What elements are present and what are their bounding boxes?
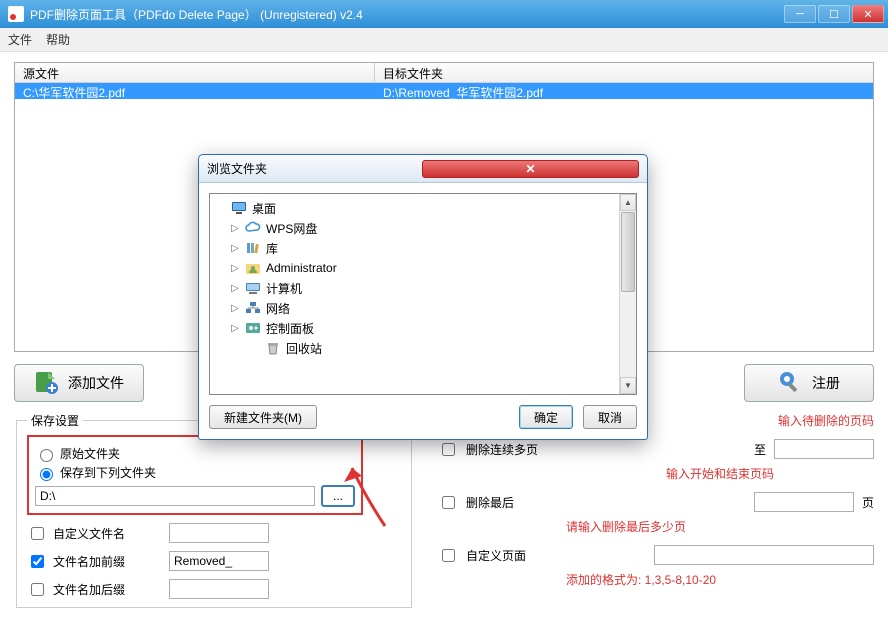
suffix-label: 文件名加后缀 xyxy=(53,581,163,598)
expand-icon[interactable]: ▷ xyxy=(230,243,240,254)
radio-original[interactable] xyxy=(40,449,53,462)
tree-item[interactable]: ▷ 计算机 xyxy=(212,278,617,298)
new-folder-button[interactable]: 新建文件夹(M) xyxy=(209,405,317,429)
hint-start-end: 输入开始和结束页码 xyxy=(666,465,774,482)
custom-pages-input[interactable] xyxy=(654,545,874,565)
user-icon xyxy=(244,261,262,275)
seq-end-input[interactable] xyxy=(774,439,874,459)
tree-item-label: 桌面 xyxy=(252,200,276,217)
hint-last-count: 请输入删除最后多少页 xyxy=(566,518,686,535)
radio-original-label: 原始文件夹 xyxy=(60,445,120,462)
expand-icon[interactable]: ▷ xyxy=(230,283,240,294)
scroll-up[interactable]: ▲ xyxy=(620,194,636,211)
custom-name-input[interactable] xyxy=(169,523,269,543)
tree-item[interactable]: ▷ 控制面板 xyxy=(212,318,617,338)
last-count-input[interactable] xyxy=(754,492,854,512)
control-icon xyxy=(244,321,262,335)
register-icon xyxy=(778,370,804,396)
dialog-close-button[interactable]: ✕ xyxy=(422,160,639,178)
check-del-seq[interactable] xyxy=(442,443,455,456)
tree-item[interactable]: ▷库 xyxy=(212,238,617,258)
hint-format: 添加的格式为: 1,3,5-8,10-20 xyxy=(566,571,716,588)
network-icon xyxy=(244,301,262,315)
cloud-icon xyxy=(244,221,262,235)
tree-item[interactable]: ▷ Administrator xyxy=(212,258,617,278)
app-icon xyxy=(8,6,24,22)
maximize-button[interactable]: ☐ xyxy=(818,5,850,23)
custom-pages-label: 自定义页面 xyxy=(466,547,526,564)
cell-target: D:\Removed_华军软件园2.pdf xyxy=(375,83,873,99)
tree-item-label: 控制面板 xyxy=(266,320,314,337)
check-custom-name[interactable] xyxy=(31,527,44,540)
prefix-label: 文件名加前缀 xyxy=(53,553,163,570)
highlight-box: 原始文件夹 保存到下列文件夹 ... xyxy=(27,435,363,515)
radio-folder[interactable] xyxy=(40,468,53,481)
tree-item-label: Administrator xyxy=(266,261,337,275)
check-prefix[interactable] xyxy=(31,555,44,568)
tree-item-label: 计算机 xyxy=(266,280,302,297)
ok-button[interactable]: 确定 xyxy=(519,405,573,429)
custom-name-label: 自定义文件名 xyxy=(53,525,163,542)
minimize-button[interactable]: ─ xyxy=(784,5,816,23)
window-title: PDF删除页面工具（PDFdo Delete Page） (Unregister… xyxy=(30,6,784,23)
to-label: 至 xyxy=(754,441,766,458)
tree-item-label: 库 xyxy=(266,240,278,257)
tree-item[interactable]: ▷桌面 xyxy=(212,198,617,218)
folder-tree: ▷桌面▷WPS网盘▷库▷Administrator▷计算机▷网络▷控制面板▷回收… xyxy=(209,193,637,395)
add-file-icon xyxy=(34,370,60,396)
expand-icon[interactable]: ▷ xyxy=(230,303,240,314)
check-del-last[interactable] xyxy=(442,496,455,509)
cell-source: C:\华军软件园2.pdf xyxy=(15,83,375,99)
dialog-title: 浏览文件夹 xyxy=(207,160,422,177)
browse-folder-dialog: 浏览文件夹 ✕ ▷桌面▷WPS网盘▷库▷Administrator▷计算机▷网络… xyxy=(198,154,648,440)
page-label: 页 xyxy=(862,494,874,511)
suffix-input[interactable] xyxy=(169,579,269,599)
scroll-thumb[interactable] xyxy=(621,212,635,292)
menu-file[interactable]: 文件 xyxy=(8,31,32,48)
table-row[interactable]: C:\华军软件园2.pdf D:\Removed_华军软件园2.pdf xyxy=(15,83,873,99)
library-icon xyxy=(244,241,262,255)
browse-button[interactable]: ... xyxy=(321,485,355,507)
hint-input-page: 输入待删除的页码 xyxy=(778,412,874,429)
titlebar: PDF删除页面工具（PDFdo Delete Page） (Unregister… xyxy=(0,0,888,28)
expand-icon[interactable]: ▷ xyxy=(230,223,240,234)
register-label: 注册 xyxy=(812,373,840,393)
tree-item-label: WPS网盘 xyxy=(266,220,317,237)
expand-icon[interactable]: ▷ xyxy=(230,323,240,334)
expand-icon[interactable]: ▷ xyxy=(230,263,240,274)
check-custom-pages[interactable] xyxy=(442,549,455,562)
del-last-label: 删除最后 xyxy=(466,494,514,511)
save-legend: 保存设置 xyxy=(27,412,83,429)
register-button[interactable]: 注册 xyxy=(744,364,874,402)
save-settings-fieldset: 保存设置 原始文件夹 保存到下列文件夹 ... xyxy=(16,412,412,608)
add-file-button[interactable]: 添加文件 xyxy=(14,364,144,402)
tree-item[interactable]: ▷ 网络 xyxy=(212,298,617,318)
scroll-down[interactable]: ▼ xyxy=(620,377,636,394)
menu-help[interactable]: 帮助 xyxy=(46,31,70,48)
col-source[interactable]: 源文件 xyxy=(15,63,375,82)
computer-icon xyxy=(244,281,262,295)
radio-folder-label: 保存到下列文件夹 xyxy=(60,464,156,481)
monitor-icon xyxy=(230,201,248,215)
tree-item[interactable]: ▷ WPS网盘 xyxy=(212,218,617,238)
prefix-input[interactable] xyxy=(169,551,269,571)
close-button[interactable]: ✕ xyxy=(852,5,884,23)
tree-item[interactable]: ▷回收站 xyxy=(212,338,617,358)
add-file-label: 添加文件 xyxy=(68,373,124,393)
col-target[interactable]: 目标文件夹 xyxy=(375,63,873,82)
recycle-icon xyxy=(264,341,282,355)
path-input[interactable] xyxy=(35,486,315,506)
cancel-button[interactable]: 取消 xyxy=(583,405,637,429)
del-seq-label: 删除连续多页 xyxy=(466,441,538,458)
menubar: 文件 帮助 xyxy=(0,28,888,52)
tree-item-label: 回收站 xyxy=(286,340,322,357)
tree-item-label: 网络 xyxy=(266,300,290,317)
check-suffix[interactable] xyxy=(31,583,44,596)
scrollbar[interactable]: ▲ ▼ xyxy=(619,194,636,394)
